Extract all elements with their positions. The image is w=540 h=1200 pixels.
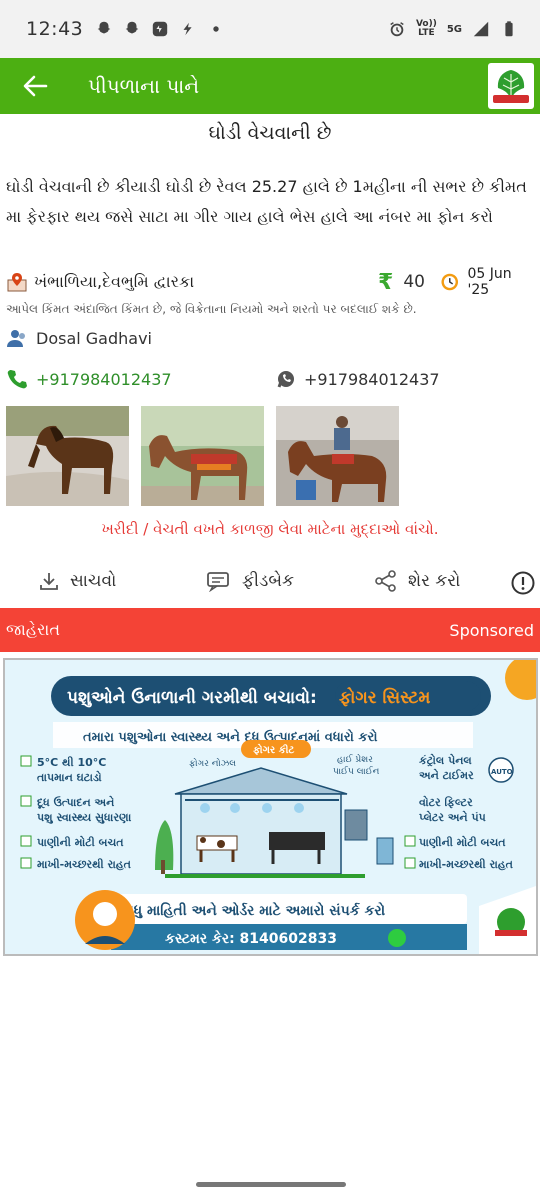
snapchat-icon [97, 21, 111, 34]
share-icon [375, 570, 396, 592]
ad-auto-label: AUTO [491, 768, 513, 776]
ad-contact: વધુ માહિતી અને ઓર્ડર માટે અમારો સંપર્ક ક… [125, 901, 386, 919]
ad-customer-care: કસ્ટમર કેર: 8140602833 [165, 929, 337, 947]
date-text: 05 Jun '25 [467, 266, 512, 298]
post-description: ઘોડી વેચવાની છે કીયાડી ઘોડી છે રેવલ 25.2… [6, 177, 527, 226]
ad-bullet-4: માખી-મચ્છરથી રાહત [37, 857, 132, 871]
ad-filter-2: પ્લેટર અને પંપ [419, 810, 486, 824]
sponsored-label: Sponsored [449, 620, 534, 640]
horse-photo-2[interactable] [141, 406, 264, 506]
ad-bullet-1b: તાપમાન ઘટાડો [37, 770, 102, 784]
ad-label: જાહેરાત [6, 620, 60, 639]
phone-icon [7, 370, 28, 389]
back-button[interactable] [0, 58, 70, 114]
download-icon [40, 573, 58, 590]
feedback-icon [207, 572, 229, 592]
ad-headline-a: પશુઓને ઉનાળાની ગરમીથી બચાવો: [67, 686, 317, 708]
clock-icon [441, 273, 459, 291]
ad-headline-b: ફોગર સિસ્ટમ [339, 686, 430, 708]
app-logo [488, 63, 534, 109]
share-label: શેર કરો [408, 571, 461, 591]
alarm-icon [390, 22, 404, 37]
whatsapp-link[interactable]: +917984012437 [276, 369, 440, 389]
price-value: 40 [403, 272, 425, 292]
seller-name: Dosal Gadhavi [36, 328, 152, 348]
ad-bullet-1a: 5°C થી 10°C [37, 755, 106, 769]
feedback-label: ફીડબેક [242, 571, 294, 591]
gesture-nav-bar[interactable] [196, 1182, 346, 1187]
whatsapp-number: +917984012437 [304, 369, 440, 389]
location-text: ખંભાળિયા,દેવભુમિ દ્વારકા [34, 272, 195, 291]
location: ખંભાળિયા,દેવભુમિ દ્વારકા [6, 271, 194, 293]
phone-number: +917984012437 [36, 369, 172, 389]
arrow-left-icon [23, 75, 48, 97]
action-bar: સાચવો ફીડબેક શેર કરો [0, 566, 540, 600]
horse-photo-3[interactable] [276, 406, 399, 506]
price-disclaimer: આપેલ કિંમત અંદાજિત કિંમત છે, જે વિક્રેતા… [6, 302, 417, 316]
post-title: ઘોડી વેચવાની છે [208, 122, 332, 144]
save-label: સાચવો [70, 571, 117, 591]
horse-photo-1[interactable] [6, 406, 129, 506]
ad-pipeline-1: હાઈ પ્રેશર [337, 753, 373, 765]
seller: Dosal Gadhavi [6, 328, 152, 348]
alert-circle-icon [511, 571, 535, 595]
save-button[interactable]: સાચવો [38, 570, 116, 592]
share-button[interactable]: શેર કરો [374, 570, 460, 592]
network-type: 5G [446, 23, 462, 35]
ad-subhead: તમારા પશુઓના સ્વાસ્થ્ય અને દૂધ ઉત્પાદનમા… [83, 728, 378, 746]
ad-filter-1: વોટર ફિલ્ટર [419, 795, 473, 809]
ad-header: જાહેરાત Sponsored [0, 608, 540, 652]
flash-icon [183, 22, 192, 36]
price: ₹ 40 [378, 270, 425, 295]
snapchat-icon [125, 21, 139, 34]
app-notification-icon [153, 21, 168, 37]
photo-gallery [6, 406, 399, 506]
ad-control-1: કંટ્રોલ પેનલ [419, 753, 472, 768]
signal-icon [473, 21, 489, 37]
ad-control-2: અને ટાઈમર [419, 768, 474, 782]
phone-link[interactable]: +917984012437 [6, 368, 172, 390]
ad-right-4: માખી-મચ્છરથી રાહત [419, 857, 514, 871]
whatsapp-icon [277, 371, 294, 388]
dot-icon [213, 26, 219, 32]
contact-row: +917984012437 +917984012437 [6, 366, 536, 392]
ad-bullet-2b: પશુ સ્વાસ્થ્ય સુધારણા [37, 811, 132, 824]
post-date: 05 Jun '25 [440, 266, 536, 298]
volte-indicator: Vo)) LTE [415, 19, 437, 38]
leaf-logo-icon [493, 70, 529, 103]
safety-tips-link[interactable]: ખરીદી / વેચતી વખતે કાળજી લેવા માટેના મુદ… [0, 520, 540, 538]
ad-pipeline-2: પાઈપ લાઈન [333, 766, 380, 777]
ad-nozzle-label: ફોગર નોઝલ [189, 757, 236, 769]
system-icons: Vo)) LTE 5G [388, 20, 518, 38]
rupee-icon: ₹ [378, 269, 394, 295]
ad-bullet-2a: દૂધ ઉત્પાદન અને [37, 795, 114, 810]
app-title: પીપળાના પાને [88, 74, 200, 98]
status-time: 12:43 [26, 18, 84, 40]
map-pin-icon [7, 273, 27, 292]
report-button[interactable] [510, 570, 536, 596]
ad-banner[interactable]: પશુઓને ઉનાળાની ગરમીથી બચાવો: ફોગર સિસ્ટમ… [3, 658, 538, 956]
meta-row: ખંભાળિયા,દેવભુમિ દ્વારકા ₹ 40 05 Jun '25 [6, 266, 536, 298]
fogger-ad-image: પશુઓને ઉનાળાની ગરમીથી બચાવો: ફોગર સિસ્ટમ… [5, 660, 536, 954]
user-icon [7, 330, 25, 347]
ad-right-3: પાણીની મોટી બચત [419, 835, 506, 849]
horse-image [141, 406, 264, 506]
horse-image [6, 406, 129, 506]
ad-kit-label: ફોગર કીટ [253, 742, 295, 756]
whatsapp-icon [388, 929, 406, 947]
status-bar: 12:43 Vo)) LTE 5G [0, 0, 540, 58]
ad-bullet-3: પાણીની મોટી બચત [37, 835, 124, 849]
notification-icons [95, 20, 225, 38]
horse-image [276, 406, 399, 506]
feedback-button[interactable]: ફીડબેક [206, 570, 294, 592]
battery-icon [505, 21, 513, 37]
app-bar: પીપળાના પાને [0, 58, 540, 114]
